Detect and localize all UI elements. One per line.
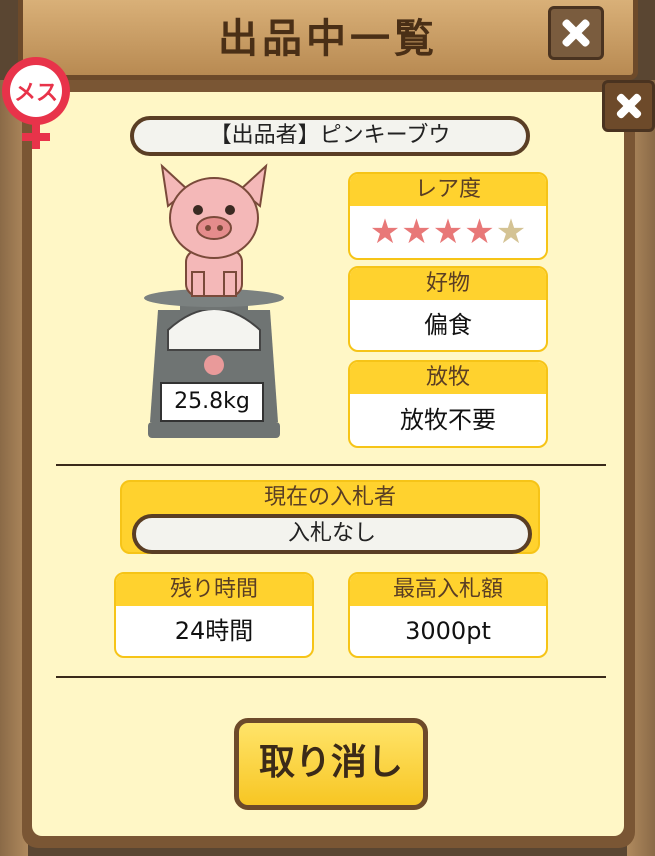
current-bidder-box: 現在の入札者 入札なし — [120, 480, 540, 554]
header-close-button[interactable] — [548, 6, 604, 60]
gender-label: メス — [13, 81, 58, 106]
max-bid-label: 最高入札額 — [350, 574, 546, 606]
favorite-food-value: 偏食 — [424, 311, 472, 339]
grazing-box: 放牧 放牧不要 — [348, 360, 548, 448]
star-filled-icon: ★ — [432, 212, 464, 252]
header-bar: 出品中一覧 — [18, 0, 638, 80]
rarity-label: レア度 — [350, 174, 546, 206]
time-remaining-box: 残り時間 24時間 — [114, 572, 314, 658]
star-filled-icon: ★ — [401, 212, 432, 252]
seller-name: 【出品者】ピンキーブウ — [130, 116, 530, 156]
max-bid-value: 3000pt — [405, 617, 491, 645]
current-bidder-value: 入札なし — [132, 514, 532, 554]
pig-weight: 25.8kg — [160, 382, 264, 422]
page-title: 出品中一覧 — [218, 16, 438, 62]
grazing-value: 放牧不要 — [400, 406, 496, 434]
time-remaining-value: 24時間 — [174, 617, 254, 645]
favorite-food-label: 好物 — [350, 268, 546, 300]
star-filled-icon: ★ — [369, 212, 401, 252]
divider — [56, 464, 606, 466]
current-bidder-label: 現在の入札者 — [263, 485, 396, 510]
max-bid-box: 最高入札額 3000pt — [348, 572, 548, 658]
star-filled-icon: ★ — [464, 212, 495, 252]
rarity-stars: ★ ★ ★ ★ ★ — [350, 206, 546, 258]
divider — [56, 676, 606, 678]
rarity-box: レア度 ★ ★ ★ ★ ★ — [348, 172, 548, 260]
panel-close-button[interactable] — [602, 80, 655, 132]
female-gender-badge: メス — [0, 55, 72, 155]
time-remaining-label: 残り時間 — [116, 574, 312, 606]
grazing-label: 放牧 — [350, 362, 546, 394]
star-empty-icon: ★ — [495, 212, 527, 252]
favorite-food-box: 好物 偏食 — [348, 266, 548, 352]
cancel-listing-button[interactable]: 取り消し — [234, 718, 428, 810]
